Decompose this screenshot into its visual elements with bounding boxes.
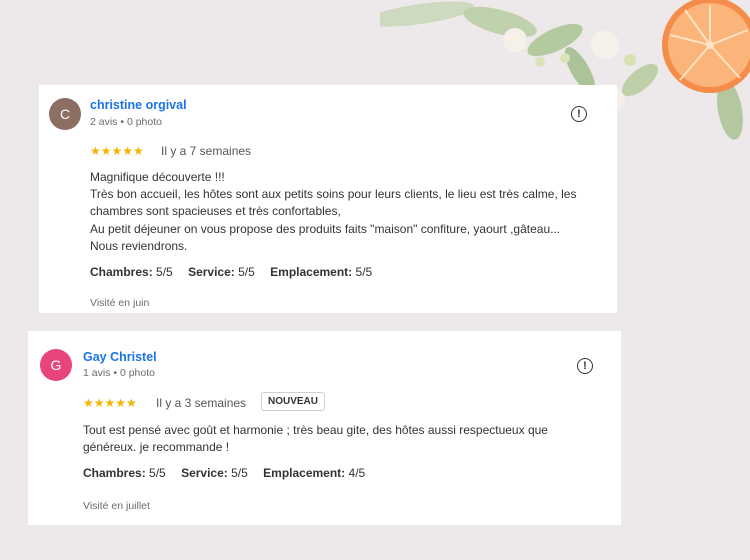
report-flag-icon[interactable]: !	[571, 106, 587, 122]
review-text: Magnifique découverte !!! Très bon accue…	[90, 170, 577, 253]
review-time: Il y a 3 semaines	[156, 396, 247, 410]
rating-label: Chambres:	[83, 466, 146, 480]
review-time: Il y a 7 semaines	[161, 144, 252, 158]
reviewer-meta: 1 avis • 0 photo	[83, 367, 155, 379]
review-ratings: Chambres: 5/5 Service: 5/5 Emplacement: …	[90, 265, 384, 279]
rating-label: Emplacement:	[270, 265, 353, 279]
visit-date: Visité en juin	[90, 297, 150, 309]
report-flag-icon[interactable]: !	[577, 358, 593, 374]
review-text: Tout est pensé avec goût et harmonie ; t…	[83, 423, 548, 455]
rating-label: Chambres:	[90, 265, 153, 279]
rating-value: 5/5	[238, 265, 255, 279]
reviewer-name[interactable]: christine orgival	[90, 98, 187, 112]
review-ratings: Chambres: 5/5 Service: 5/5 Emplacement: …	[83, 466, 377, 480]
star-rating: ★★★★★	[90, 144, 144, 158]
avatar[interactable]: C	[49, 98, 81, 130]
rating-label: Service:	[188, 265, 235, 279]
rating-value: 5/5	[156, 265, 173, 279]
review-card: G Gay Christel 1 avis • 0 photo ! ★★★★★ …	[28, 331, 621, 525]
reviewer-name[interactable]: Gay Christel	[83, 350, 157, 364]
review-card: C christine orgival 2 avis • 0 photo ! ★…	[39, 85, 617, 313]
rating-label: Emplacement:	[263, 466, 346, 480]
rating-value: 5/5	[149, 466, 166, 480]
rating-value: 4/5	[348, 466, 366, 480]
star-rating: ★★★★★	[83, 396, 137, 410]
avatar[interactable]: G	[40, 349, 72, 381]
rating-value: 5/5	[355, 265, 373, 279]
rating-label: Service:	[181, 466, 228, 480]
new-badge: NOUVEAU	[261, 392, 326, 411]
visit-date: Visité en juillet	[83, 500, 150, 512]
rating-value: 5/5	[231, 466, 248, 480]
reviewer-meta: 2 avis • 0 photo	[90, 116, 162, 128]
